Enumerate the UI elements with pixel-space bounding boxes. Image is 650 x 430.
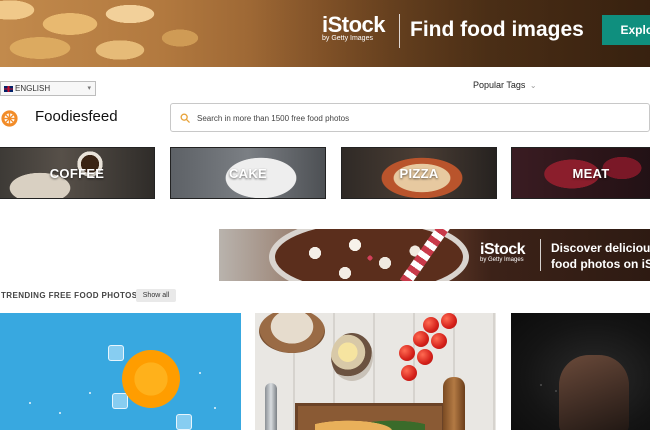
banner-headline: Find food images — [410, 18, 584, 41]
lemon-glass — [331, 333, 373, 381]
category-label: COFFEE — [49, 166, 105, 181]
language-select-value: ENGLISH — [15, 84, 51, 93]
banner-headline-line1: Discover delicious — [551, 241, 650, 255]
cherry-tomato — [423, 317, 439, 333]
category-label: CAKE — [228, 166, 268, 181]
category-label: PIZZA — [399, 166, 439, 181]
mortar-bowl — [259, 313, 325, 353]
chevron-down-icon: ▾ — [87, 85, 91, 92]
cherry-tomato — [401, 365, 417, 381]
trending-section-title: TRENDING FREE FOOD PHOTOS — [1, 291, 138, 300]
category-pizza[interactable]: PIZZA — [341, 147, 497, 199]
trending-photo-dark[interactable] — [511, 313, 650, 430]
cherry-tomato — [399, 345, 415, 361]
uk-flag-icon — [4, 85, 13, 92]
category-label: MEAT — [572, 166, 610, 181]
ice-cube — [108, 345, 124, 361]
knife — [265, 383, 277, 430]
language-select[interactable]: ENGLISH ▾ — [0, 81, 96, 96]
istock-logo: iStock by Getty Images — [480, 241, 526, 264]
cherry-tomato — [431, 333, 447, 349]
popular-tags-dropdown[interactable]: Popular Tags ⌄ — [473, 80, 537, 90]
foodiesfeed-logo[interactable] — [1, 110, 18, 127]
ice-cube — [176, 414, 192, 430]
istock-logo-sub: by Getty Images — [480, 257, 524, 263]
istock-top-banner-ad[interactable]: iStock by Getty Images Find food images … — [0, 0, 650, 67]
banner-headline-line2: food photos on iStock — [551, 257, 650, 271]
istock-mid-banner-ad[interactable]: iStock by Getty Images Discover deliciou… — [219, 229, 650, 281]
banner-headline: Discover delicious food photos on iStock — [551, 240, 650, 272]
category-coffee[interactable]: COFFEE — [0, 147, 155, 199]
explore-button[interactable]: Explore — [602, 15, 650, 45]
ice-cube — [112, 393, 128, 409]
search-icon — [180, 113, 190, 123]
trending-photo-orange[interactable] — [0, 313, 241, 430]
search-input[interactable] — [197, 110, 637, 126]
popular-tags-label: Popular Tags — [473, 80, 526, 90]
pie-crust-image — [0, 0, 210, 67]
category-meat[interactable]: MEAT — [511, 147, 650, 199]
cherry-tomato — [413, 331, 429, 347]
istock-logo-word: iStock — [322, 12, 386, 37]
show-all-button[interactable]: Show all — [136, 289, 176, 302]
istock-logo-word: iStock — [480, 241, 526, 258]
chevron-down-icon: ⌄ — [529, 81, 537, 90]
cherry-tomato — [441, 313, 457, 329]
istock-logo: iStock by Getty Images — [322, 12, 386, 43]
site-name[interactable]: Foodiesfeed — [35, 108, 118, 125]
trending-photo-table[interactable] — [255, 313, 496, 430]
search-bar[interactable] — [170, 103, 650, 132]
hand-image — [559, 355, 629, 430]
orange-slice — [122, 350, 180, 408]
cherry-tomato — [417, 349, 433, 365]
banner-divider — [540, 239, 541, 271]
banner-divider — [399, 14, 400, 48]
pepper-grinder — [443, 377, 465, 430]
category-cake[interactable]: CAKE — [170, 147, 326, 199]
